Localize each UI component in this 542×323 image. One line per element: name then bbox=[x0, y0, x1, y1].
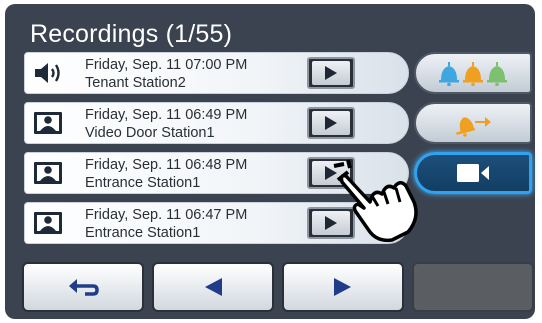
prev-arrow-icon bbox=[205, 278, 222, 296]
previous-button[interactable] bbox=[152, 262, 274, 312]
video-person-icon bbox=[32, 209, 64, 237]
video-camera-button[interactable] bbox=[414, 152, 532, 194]
recording-date: Friday, Sep. 11 07:00 PM bbox=[85, 57, 248, 73]
recording-station: Entrance Station1 bbox=[85, 225, 201, 241]
video-camera-icon bbox=[457, 164, 489, 182]
recording-station: Entrance Station1 bbox=[85, 175, 201, 191]
recording-station: Tenant Station2 bbox=[85, 75, 186, 91]
video-person-icon bbox=[32, 109, 64, 137]
recording-row[interactable]: Friday, Sep. 11 07:00 PM Tenant Station2 bbox=[24, 52, 409, 94]
speaker-icon bbox=[32, 59, 64, 87]
recording-text: Friday, Sep. 11 07:00 PM Tenant Station2 bbox=[85, 56, 247, 92]
recording-row[interactable]: Friday, Sep. 11 06:49 PM Video Door Stat… bbox=[24, 102, 409, 144]
recording-text: Friday, Sep. 11 06:47 PM Entrance Statio… bbox=[85, 206, 247, 242]
next-button[interactable] bbox=[282, 262, 404, 312]
play-button[interactable] bbox=[307, 107, 355, 139]
video-person-icon bbox=[32, 159, 64, 187]
play-icon bbox=[325, 66, 337, 80]
recording-text: Friday, Sep. 11 06:49 PM Video Door Stat… bbox=[85, 106, 247, 142]
back-button[interactable] bbox=[22, 262, 144, 312]
recording-text: Friday, Sep. 11 06:48 PM Entrance Statio… bbox=[85, 156, 247, 192]
recording-date: Friday, Sep. 11 06:48 PM bbox=[85, 157, 248, 173]
recording-date: Friday, Sep. 11 06:49 PM bbox=[85, 107, 248, 123]
next-arrow-icon bbox=[334, 278, 351, 296]
disabled-button bbox=[412, 262, 534, 312]
back-arrow-icon bbox=[69, 279, 99, 296]
play-button[interactable] bbox=[307, 57, 355, 89]
recording-date: Friday, Sep. 11 06:47 PM bbox=[85, 207, 248, 223]
bell-transfer-icon bbox=[456, 117, 491, 137]
call-all-bells-button[interactable] bbox=[414, 52, 532, 94]
bells-icon bbox=[439, 62, 507, 86]
page-title: Recordings (1/55) bbox=[30, 20, 233, 48]
recording-station: Video Door Station1 bbox=[85, 125, 215, 141]
tap-hand-icon bbox=[333, 159, 418, 243]
bell-transfer-button[interactable] bbox=[414, 102, 532, 144]
play-icon bbox=[325, 116, 337, 130]
